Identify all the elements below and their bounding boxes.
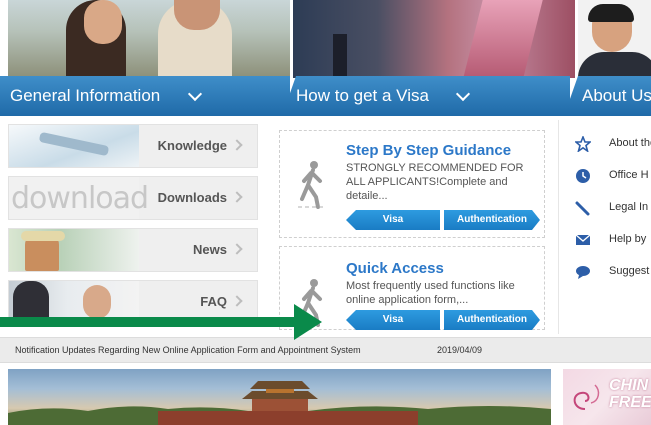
card-title: Step By Step Guidance [346, 142, 512, 159]
authentication-button[interactable]: Authentication [444, 210, 540, 230]
about-list-item[interactable]: Help by [575, 230, 651, 250]
passport-shape [463, 0, 543, 78]
pen-shape [38, 131, 110, 157]
about-list-label: Legal In [609, 201, 649, 213]
about-list-label: Office H [609, 169, 649, 181]
mail-icon [575, 234, 591, 245]
step-by-step-card: Step By Step Guidance STRONGLY RECOMMEND… [279, 130, 545, 238]
menu-tile-label: Downloads [157, 190, 227, 205]
suitcase-handle [333, 34, 347, 78]
card-title: Quick Access [346, 260, 444, 277]
download-watermark: download [11, 181, 149, 216]
about-list-label: Suggest [609, 265, 650, 277]
chevron-right-icon [231, 243, 243, 255]
about-list-item[interactable]: Office H [575, 166, 651, 186]
about-us-list: About the Office H Legal In Help by Sugg… [558, 120, 651, 334]
news-thumbnail [9, 229, 139, 271]
hat-shape [21, 231, 65, 241]
header-photo-students [8, 0, 290, 78]
tab-label: How to get a Visa [296, 86, 429, 105]
chevron-right-icon [231, 139, 243, 151]
tab-about-us[interactable]: About Us [564, 76, 651, 116]
knowledge-thumbnail [9, 125, 139, 167]
chevron-down-icon [187, 86, 203, 102]
pen-icon [575, 201, 590, 216]
visa-button[interactable]: Visa [346, 310, 440, 330]
menu-tile-downloads[interactable]: download Downloads [8, 176, 258, 220]
menu-tile-news[interactable]: News [8, 228, 258, 272]
card-description: STRONGLY RECOMMENDED FOR ALL APPLICANTS!… [346, 162, 524, 202]
china-free-promo-banner[interactable]: CHIN FREE [563, 369, 651, 425]
hair-shape [588, 4, 634, 22]
visa-button[interactable]: Visa [346, 210, 440, 230]
forbidden-city-banner[interactable] [8, 369, 551, 425]
star-icon [575, 136, 591, 152]
promo-text-line1: CHIN [609, 377, 649, 394]
face-shape [84, 0, 122, 44]
header-photo-officer [578, 0, 651, 78]
downloads-thumbnail: download [9, 177, 149, 219]
notification-text[interactable]: Notification Updates Regarding New Onlin… [15, 345, 361, 355]
menu-tile-label: Knowledge [157, 138, 227, 153]
forbidden-city-illustration [8, 381, 551, 425]
header-photo-travel [293, 0, 575, 78]
about-list-item[interactable]: Legal In [575, 198, 651, 218]
menu-tile-knowledge[interactable]: Knowledge [8, 124, 258, 168]
green-arrow-icon [0, 304, 322, 340]
walking-person-icon [298, 161, 326, 209]
promo-text-line2: FREE [609, 394, 651, 411]
chat-icon [576, 266, 590, 279]
about-list-item[interactable]: Suggest [575, 262, 651, 282]
chevron-down-icon [455, 86, 471, 102]
about-list-label: About the [609, 137, 651, 149]
swirl-decoration-icon [573, 384, 600, 410]
card-description: Most frequently used functions like onli… [346, 280, 515, 306]
suit-shape [578, 52, 651, 78]
clock-icon [576, 169, 590, 183]
tab-label: About Us [582, 86, 651, 105]
menu-tile-label: News [193, 242, 227, 257]
tab-label: General Information [10, 86, 161, 105]
about-list-item[interactable]: About the [575, 134, 651, 154]
tab-general-information[interactable]: General Information [0, 76, 290, 116]
about-list-label: Help by [609, 233, 647, 245]
chevron-right-icon [231, 191, 243, 203]
notification-date: 2019/04/09 [437, 345, 483, 355]
tab-how-to-get-a-visa[interactable]: How to get a Visa [282, 76, 570, 116]
authentication-button[interactable]: Authentication [444, 310, 540, 330]
